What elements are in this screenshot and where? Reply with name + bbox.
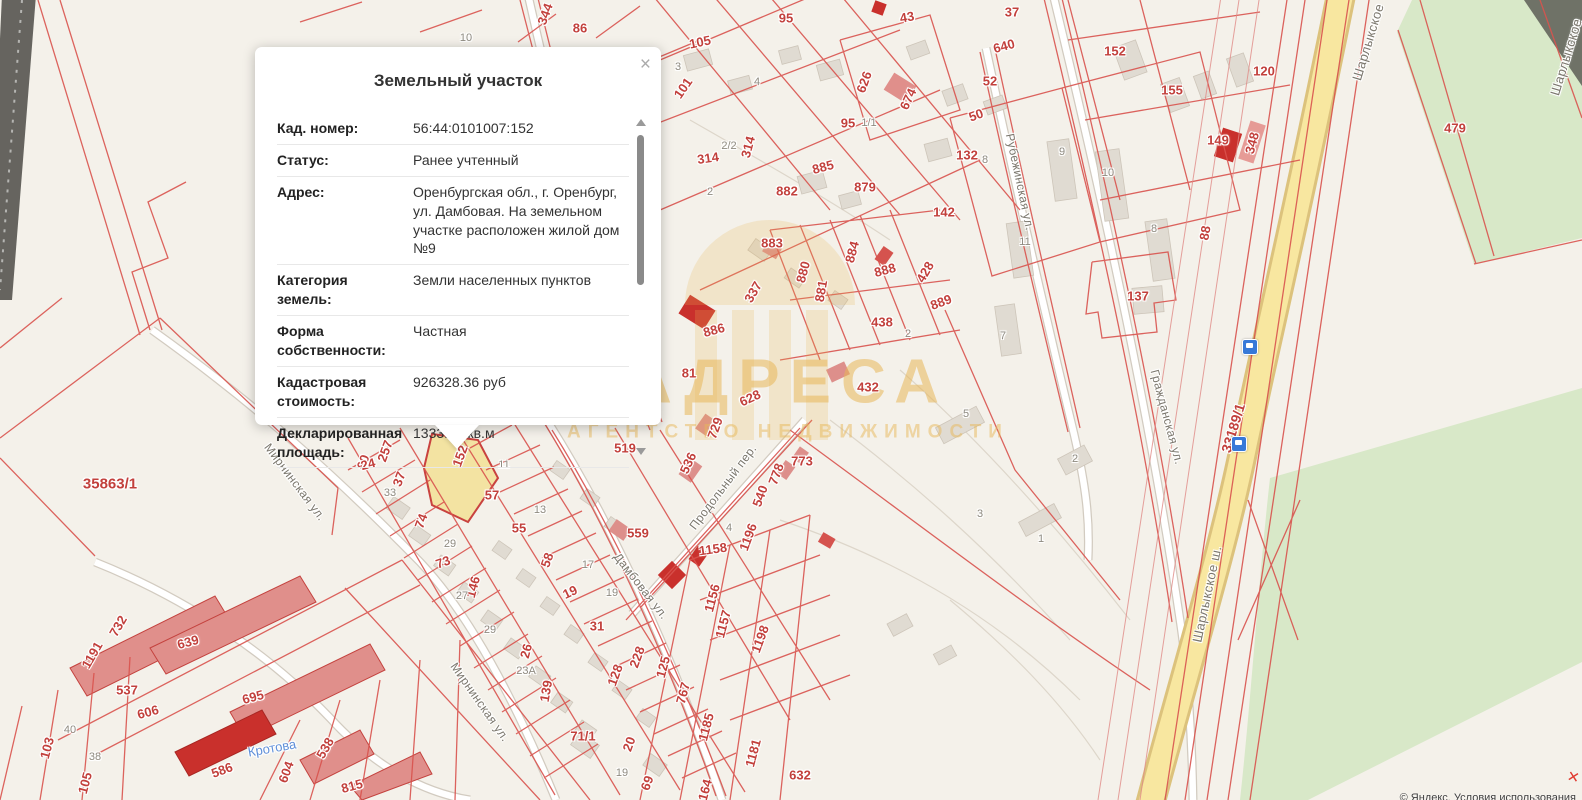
parcel-label: 1/1: [861, 117, 876, 129]
parcel-label: 4: [726, 522, 732, 534]
parcel-label: 29: [444, 538, 456, 550]
map-attribution[interactable]: © Яндекс. Условия использования: [1400, 792, 1576, 800]
parcel-label: 3: [675, 61, 681, 73]
field-value: Оренбургская обл., г. Оренбург, ул. Дамб…: [405, 183, 629, 259]
popup-row: Кадастровая стоимость:926328.36 руб: [277, 367, 629, 418]
parcel-label: 479: [1444, 121, 1466, 136]
popup-pointer: [435, 425, 479, 449]
parcel-label: 86: [573, 21, 587, 36]
field-label: Форма собственности:: [277, 322, 405, 360]
parcel-label: 19: [616, 767, 628, 779]
parcel-label: 137: [1127, 289, 1149, 304]
parcel-label: 17: [582, 559, 594, 571]
parcel-label: 155: [1161, 83, 1183, 98]
parcel-label: 2/2: [721, 140, 736, 152]
cadastral-map[interactable]: [0, 0, 1582, 800]
parcel-label: 55: [512, 521, 526, 536]
parcel-label: 8: [982, 154, 988, 166]
parcel-label: 10: [1102, 167, 1114, 179]
parcel-label: 95: [841, 116, 855, 131]
parcel-label: 438: [871, 315, 893, 330]
parcel-label: 632: [789, 768, 811, 783]
field-label: Кадастровая стоимость:: [277, 373, 405, 411]
parcel-label: 883: [761, 236, 783, 251]
parcel-label: 9: [1059, 146, 1065, 158]
parcel-label: 2: [707, 186, 713, 198]
parcel-label: 537: [116, 683, 138, 698]
parcel-label: 33: [384, 487, 396, 499]
parcel-label: 120: [1253, 64, 1275, 79]
parcel-label: 149: [1207, 133, 1229, 148]
field-value: Земли населенных пунктов: [405, 271, 629, 290]
popup-row: Форма собственности:Частная: [277, 316, 629, 367]
parcel-label: 19: [606, 587, 618, 599]
parcel-label: 142: [933, 205, 955, 220]
close-icon[interactable]: ×: [640, 55, 651, 74]
parcel-label: 81: [682, 366, 696, 381]
parcel-label: 88: [1196, 225, 1213, 242]
parcel-label: 23А: [516, 665, 536, 677]
popup-scrollbar[interactable]: [635, 119, 647, 455]
parcel-label: 43: [899, 8, 916, 25]
parcel-label: 1: [1038, 533, 1044, 545]
field-value: Ранее учтенный: [405, 151, 629, 170]
map-viewport[interactable]: АДРЕСА АГЕНТСТВО НЕДВИЖИМОСТИ 3448610510…: [0, 0, 1582, 800]
parcel-label: 52: [983, 74, 997, 89]
bus-stop-icon[interactable]: [1231, 436, 1247, 452]
field-label: Статус:: [277, 151, 405, 170]
parcel-label: 879: [854, 180, 876, 195]
popup-row: Категория земель:Земли населенных пункто…: [277, 265, 629, 316]
parcel-label: 2: [1072, 453, 1078, 465]
parcel-label: 10: [460, 32, 472, 44]
parcel-label: 3: [977, 508, 983, 520]
parcel-label: 11: [1019, 236, 1030, 248]
parcel-label: 314: [696, 149, 720, 167]
parcel-label: 29: [484, 624, 496, 636]
parcel-label: 95: [779, 11, 793, 26]
parcel-label: 27: [456, 590, 468, 602]
parcel-label: 38: [89, 751, 101, 763]
parcel-label: 5: [963, 408, 969, 420]
popup-rows: Кад. номер:56:44:0101007:152Статус:Ранее…: [277, 113, 629, 468]
bus-stop-icon[interactable]: [1242, 339, 1258, 355]
field-value: 926328.36 руб: [405, 373, 629, 392]
parcel-label: 13: [534, 504, 546, 516]
popup-title: Земельный участок: [255, 47, 661, 91]
popup-row: Статус:Ранее учтенный: [277, 145, 629, 177]
parcel-label: 57: [485, 488, 499, 503]
parcel-label: 35863/1: [83, 476, 137, 493]
parcel-label: 882: [776, 184, 798, 199]
parcel-label: 2: [905, 328, 911, 340]
field-label: Категория земель:: [277, 271, 405, 309]
parcel-label: 71/1: [570, 729, 595, 744]
parcel-label: 432: [857, 380, 879, 395]
parcel-label: 773: [791, 454, 813, 469]
parcel-label: 37: [1005, 5, 1019, 20]
popup-row: Адрес:Оренбургская обл., г. Оренбург, ул…: [277, 177, 629, 266]
parcel-label: 8: [1151, 223, 1157, 235]
parcel-label: 31: [590, 619, 604, 634]
scroll-up-icon[interactable]: [636, 119, 646, 126]
parcel-label: 132: [956, 148, 978, 163]
scroll-down-icon[interactable]: [636, 448, 646, 455]
scrollbar-thumb[interactable]: [637, 135, 644, 285]
parcel-label: 4: [754, 76, 760, 88]
field-label: Кад. номер:: [277, 119, 405, 138]
parcel-label: 152: [1104, 44, 1126, 59]
parcel-label: 40: [64, 724, 76, 736]
popup-row: Кад. номер:56:44:0101007:152: [277, 113, 629, 145]
field-value: 56:44:0101007:152: [405, 119, 629, 138]
parcel-label: 559: [627, 526, 649, 541]
parcel-label: 7: [1000, 330, 1006, 342]
parcel-info-popup: × Земельный участок Кад. номер:56:44:010…: [255, 47, 661, 425]
field-label: Декларированная площадь:: [277, 424, 405, 462]
field-value: Частная: [405, 322, 629, 341]
field-label: Адрес:: [277, 183, 405, 202]
